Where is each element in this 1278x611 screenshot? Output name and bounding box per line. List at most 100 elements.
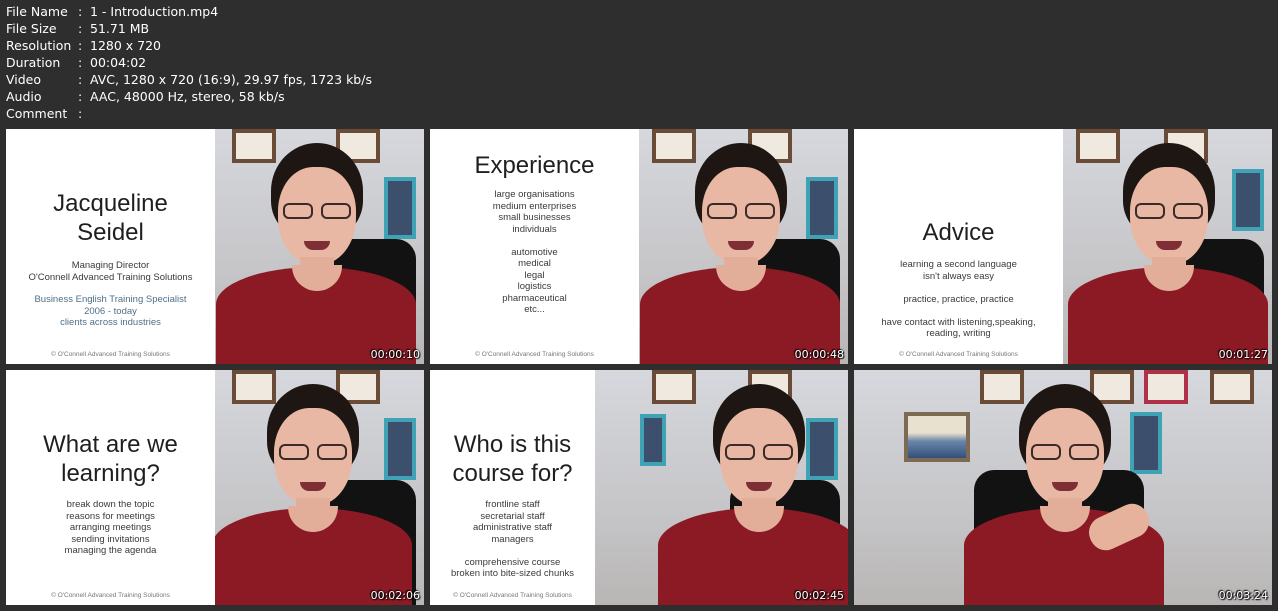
info-separator: : <box>78 89 83 104</box>
slide-line: practice, practice, practice <box>903 293 1014 305</box>
info-row-file-size: File Size:51.71 MB <box>6 20 372 37</box>
slide-title: Advice <box>854 218 1063 247</box>
info-separator: : <box>78 55 83 70</box>
slide-line: managing the agenda <box>64 545 157 556</box>
slide-line: individuals <box>512 223 557 235</box>
info-separator: : <box>78 4 83 19</box>
info-row-audio: Audio: AAC, 48000 Hz, stereo, 58 kb/s <box>6 88 372 105</box>
thumbnail-5[interactable]: Who is this course for? frontline staff … <box>430 370 848 605</box>
slide-body: break down the topic reasons for meeting… <box>6 499 215 557</box>
slide-line: have contact with listening,speaking, <box>881 316 1036 328</box>
slide-line: Managing Director <box>71 260 150 271</box>
info-separator: : <box>78 21 83 36</box>
slide-line: break down the topic <box>66 499 155 510</box>
slide-body: large organisations medium enterprises s… <box>430 189 639 316</box>
slide-title-line: Who is this <box>453 431 572 458</box>
slide-line: automotive <box>511 246 558 258</box>
slide-title-line: Seidel <box>77 219 144 246</box>
slide-line: pharmaceutical <box>502 292 567 304</box>
slide-overlay: What are we learning? break down the top… <box>6 370 215 605</box>
video-frame <box>854 370 1272 605</box>
slide-line: comprehensive course <box>464 556 561 568</box>
timestamp: 00:02:06 <box>370 589 420 602</box>
slide-line <box>854 282 1063 294</box>
slide-line: frontline staff <box>485 499 540 510</box>
info-key: Resolution <box>6 38 72 53</box>
slide-title: What are we learning? <box>6 430 215 488</box>
info-key: File Size <box>6 21 57 36</box>
slide-body: frontline staff secretarial staff admini… <box>430 499 595 580</box>
slide-overlay: Advice learning a second language isn't … <box>854 129 1063 364</box>
info-row-comment: Comment: <box>6 105 372 122</box>
info-value: 1 - Introduction.mp4 <box>90 4 219 19</box>
slide-copyright: © O'Connell Advanced Training Solutions <box>899 351 1018 358</box>
slide-line: secretarial staff <box>480 510 545 522</box>
wall-frame <box>1210 370 1254 404</box>
presenter <box>1068 129 1268 364</box>
slide-line: medical <box>518 258 551 269</box>
slide-title: Who is this course for? <box>430 430 595 488</box>
info-key: Duration <box>6 55 61 70</box>
timestamp: 00:03:24 <box>1218 589 1268 602</box>
thumbnail-4[interactable]: What are we learning? break down the top… <box>6 370 424 605</box>
info-row-video: Video: AVC, 1280 x 720 (16:9), 29.97 fps,… <box>6 71 372 88</box>
thumbnail-3[interactable]: Advice learning a second language isn't … <box>854 129 1272 364</box>
slide-line: etc... <box>524 304 545 315</box>
slide-body-highlight: Business English Training Specialist 200… <box>6 294 215 329</box>
slide-title-line: learning? <box>61 460 160 487</box>
presenter <box>640 129 840 364</box>
slide-body: learning a second language isn't always … <box>854 259 1063 340</box>
thumbnail-1[interactable]: Jacqueline Seidel Managing Director O'Co… <box>6 129 424 364</box>
presenter <box>964 370 1164 605</box>
info-key: Audio <box>6 89 42 104</box>
slide-line: reasons for meetings <box>66 510 155 522</box>
file-info-panel: File Name:1 - Introduction.mp4 File Size… <box>6 3 372 122</box>
info-value: AVC, 1280 x 720 (16:9), 29.97 fps, 1723 … <box>90 72 372 87</box>
slide-line: O'Connell Advanced Training Solutions <box>28 271 193 283</box>
info-value: 51.71 MB <box>90 21 150 36</box>
slide-line: broken into bite-sized chunks <box>450 568 575 579</box>
slide-line: medium enterprises <box>492 200 577 212</box>
slide-line: reading, writing <box>926 328 991 339</box>
info-value: AAC, 48000 Hz, stereo, 58 kb/s <box>90 89 285 104</box>
slide-line: logistics <box>517 281 552 292</box>
presenter <box>212 370 412 605</box>
slide-body: Managing Director O'Connell Advanced Tra… <box>6 260 215 283</box>
slide-title-line: course for? <box>452 460 573 487</box>
info-value: 1280 x 720 <box>90 38 162 53</box>
timestamp: 00:00:10 <box>370 348 420 361</box>
slide-line: sending invitations <box>71 533 150 545</box>
thumbnail-6[interactable]: 00:03:24 <box>854 370 1272 605</box>
slide-line: managers <box>491 533 534 545</box>
info-separator: : <box>78 38 83 53</box>
slide-title-line: Jacqueline <box>53 190 168 217</box>
slide-copyright: © O'Connell Advanced Training Solutions <box>453 592 572 599</box>
slide-line: isn't always easy <box>923 270 994 282</box>
info-row-duration: Duration:00:04:02 <box>6 54 372 71</box>
slide-line <box>430 545 595 557</box>
slide-overlay: Who is this course for? frontline staff … <box>430 370 595 605</box>
slide-overlay: Jacqueline Seidel Managing Director O'Co… <box>6 129 215 364</box>
slide-title: Experience <box>430 151 639 180</box>
info-value: 00:04:02 <box>90 55 147 70</box>
slide-line: clients across industries <box>60 317 161 328</box>
thumbnail-2[interactable]: Experience large organisations medium en… <box>430 129 848 364</box>
slide-line <box>854 305 1063 317</box>
info-key: Video <box>6 72 42 87</box>
slide-copyright: © O'Connell Advanced Training Solutions <box>51 351 170 358</box>
slide-title: Jacqueline Seidel <box>6 189 215 247</box>
slide-line: small businesses <box>498 212 571 223</box>
info-separator: : <box>78 72 83 87</box>
slide-title-line: Experience <box>474 152 595 179</box>
slide-line: learning a second language <box>900 259 1017 270</box>
slide-line: arranging meetings <box>69 522 152 533</box>
wall-frame <box>904 412 970 462</box>
slide-line: large organisations <box>494 189 575 200</box>
timestamp: 00:00:48 <box>794 348 844 361</box>
slide-copyright: © O'Connell Advanced Training Solutions <box>51 592 170 599</box>
slide-line: administrative staff <box>472 522 553 533</box>
timestamp: 00:02:45 <box>794 589 844 602</box>
info-row-resolution: Resolution:1280 x 720 <box>6 37 372 54</box>
presenter <box>658 370 848 605</box>
info-key: File Name <box>6 4 68 19</box>
